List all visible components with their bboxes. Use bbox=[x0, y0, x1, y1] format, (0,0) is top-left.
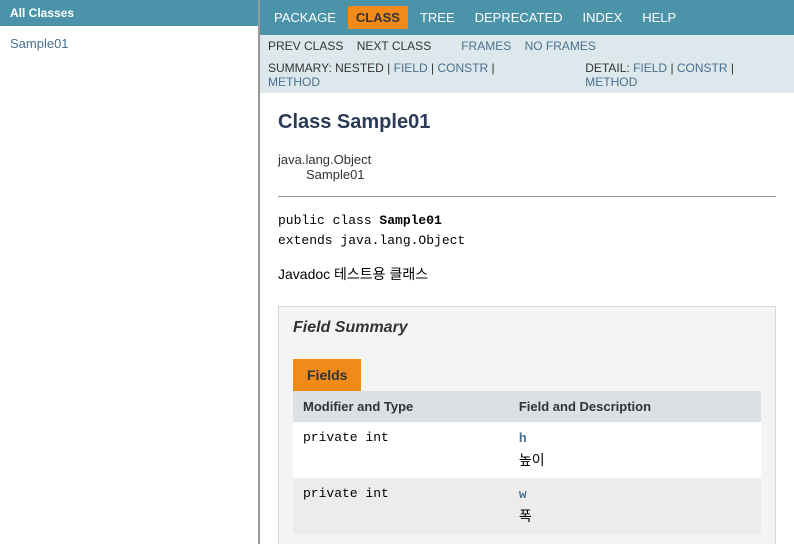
summary-nested: NESTED bbox=[335, 61, 384, 75]
sidebar: All Classes Sample01 bbox=[0, 0, 260, 544]
class-name: Sample01 bbox=[379, 213, 441, 228]
detail-method[interactable]: METHOD bbox=[585, 75, 637, 89]
detail-label: DETAIL: bbox=[585, 61, 629, 75]
class-declaration: public class Sample01 extends java.lang.… bbox=[278, 211, 776, 250]
nav-package[interactable]: PACKAGE bbox=[266, 6, 344, 29]
sub-nav: PREV CLASS NEXT CLASS FRAMES NO FRAMES bbox=[260, 35, 794, 57]
sidebar-item-sample01[interactable]: Sample01 bbox=[10, 36, 69, 51]
inheritance-child: Sample01 bbox=[306, 167, 776, 182]
col-modifier-type: Modifier and Type bbox=[293, 391, 509, 422]
field-modtype: private int bbox=[293, 478, 509, 534]
class-description: Javadoc 테스트용 클래스 bbox=[278, 264, 776, 284]
fields-table: Modifier and Type Field and Description … bbox=[293, 391, 761, 534]
field-desc: 폭 bbox=[519, 506, 751, 526]
field-summary-box: Field Summary Fields Modifier and Type F… bbox=[278, 306, 776, 544]
content: Class Sample01 java.lang.Object Sample01… bbox=[260, 93, 794, 544]
field-desc: 높이 bbox=[519, 450, 751, 470]
inheritance-parent: java.lang.Object bbox=[278, 152, 776, 167]
field-modtype: private int bbox=[293, 422, 509, 478]
separator bbox=[278, 196, 776, 197]
top-nav: PACKAGE CLASS TREE DEPRECATED INDEX HELP bbox=[260, 0, 794, 35]
nav-index[interactable]: INDEX bbox=[575, 6, 631, 29]
summary-method[interactable]: METHOD bbox=[268, 75, 320, 89]
nav-prev-class: PREV CLASS bbox=[268, 39, 343, 53]
fields-caption: Fields bbox=[293, 359, 361, 391]
summary-constr[interactable]: CONSTR bbox=[437, 61, 488, 75]
detail-constr[interactable]: CONSTR bbox=[677, 61, 728, 75]
nav-help[interactable]: HELP bbox=[634, 6, 684, 29]
nav-class[interactable]: CLASS bbox=[348, 6, 408, 29]
nav-frames[interactable]: FRAMES bbox=[461, 39, 511, 53]
col-field-description: Field and Description bbox=[509, 391, 761, 422]
sidebar-body: Sample01 bbox=[0, 26, 258, 61]
sidebar-header: All Classes bbox=[0, 0, 258, 26]
main: PACKAGE CLASS TREE DEPRECATED INDEX HELP… bbox=[260, 0, 794, 544]
class-title: Class Sample01 bbox=[278, 111, 776, 134]
summary-nav: SUMMARY: NESTED | FIELD | CONSTR | METHO… bbox=[260, 57, 794, 93]
table-row: private int w 폭 bbox=[293, 478, 761, 534]
field-link-h[interactable]: h bbox=[519, 431, 527, 446]
detail-field[interactable]: FIELD bbox=[633, 61, 667, 75]
nav-tree[interactable]: TREE bbox=[412, 6, 463, 29]
nav-no-frames[interactable]: NO FRAMES bbox=[525, 39, 596, 53]
summary-field[interactable]: FIELD bbox=[394, 61, 428, 75]
nav-deprecated[interactable]: DEPRECATED bbox=[467, 6, 571, 29]
field-summary-heading: Field Summary bbox=[293, 319, 761, 337]
summary-label: SUMMARY: bbox=[268, 61, 332, 75]
table-row: private int h 높이 bbox=[293, 422, 761, 478]
inheritance-tree: java.lang.Object Sample01 bbox=[278, 152, 776, 182]
nav-next-class: NEXT CLASS bbox=[357, 39, 431, 53]
field-link-w[interactable]: w bbox=[519, 487, 527, 502]
